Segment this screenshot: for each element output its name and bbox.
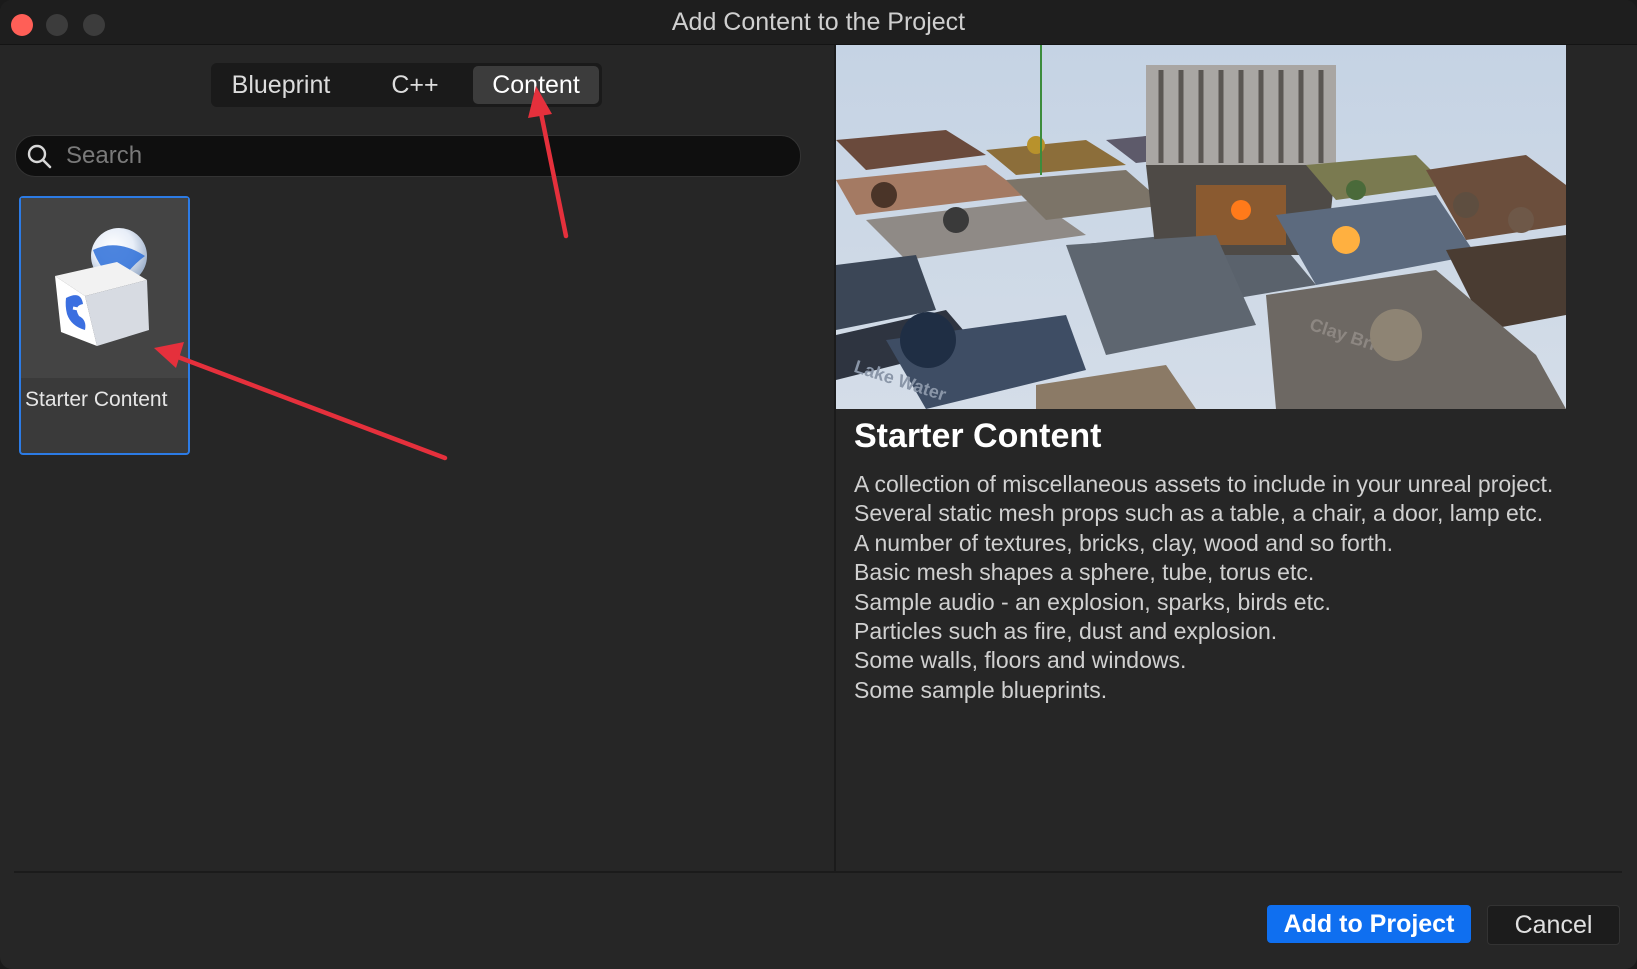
content-browser-panel: Blueprint C++ Content Search Starter Con… xyxy=(0,45,834,873)
tab-blueprint[interactable]: Blueprint xyxy=(215,66,347,104)
search-input[interactable] xyxy=(64,138,788,174)
search-icon xyxy=(27,144,52,169)
description-line: Several static mesh props such as a tabl… xyxy=(854,500,1544,527)
add-to-project-button[interactable]: Add to Project xyxy=(1267,905,1471,943)
category-tabs: Blueprint C++ Content xyxy=(211,63,602,107)
footer-separator xyxy=(14,871,1622,873)
unreal-starter-content-icon xyxy=(55,228,149,346)
search-bar xyxy=(15,135,801,177)
tab-cpp[interactable]: C++ xyxy=(351,66,479,104)
description-line: Basic mesh shapes a sphere, tube, torus … xyxy=(854,559,1315,586)
starter-content-tile[interactable]: Starter Content xyxy=(19,196,190,455)
description-line: A number of textures, bricks, clay, wood… xyxy=(854,529,1394,556)
add-content-dialog: Add Content to the Project Blueprint C++… xyxy=(0,0,1637,969)
starter-content-thumbnail xyxy=(21,198,188,378)
details-panel: Lake Water Clay Brick Starter Content A … xyxy=(836,45,1637,873)
tile-label: Starter Content xyxy=(25,388,168,411)
window-title: Add Content to the Project xyxy=(671,8,966,36)
detail-title: Starter Content xyxy=(854,417,1102,455)
description-line: A collection of miscellaneous assets to … xyxy=(854,471,1554,497)
description-line: Some walls, floors and windows. xyxy=(854,647,1187,674)
preview-image: Lake Water Clay Brick xyxy=(836,45,1566,409)
cancel-button[interactable]: Cancel xyxy=(1487,905,1620,945)
tab-content[interactable]: Content xyxy=(473,66,599,104)
description-line: Particles such as fire, dust and explosi… xyxy=(854,618,1278,645)
detail-description: A collection of miscellaneous assets to … xyxy=(854,470,1553,705)
description-line: Some sample blueprints. xyxy=(854,676,1108,703)
title-bar: Add Content to the Project xyxy=(0,0,1637,45)
description-line: Sample audio - an explosion, sparks, bir… xyxy=(854,588,1331,615)
